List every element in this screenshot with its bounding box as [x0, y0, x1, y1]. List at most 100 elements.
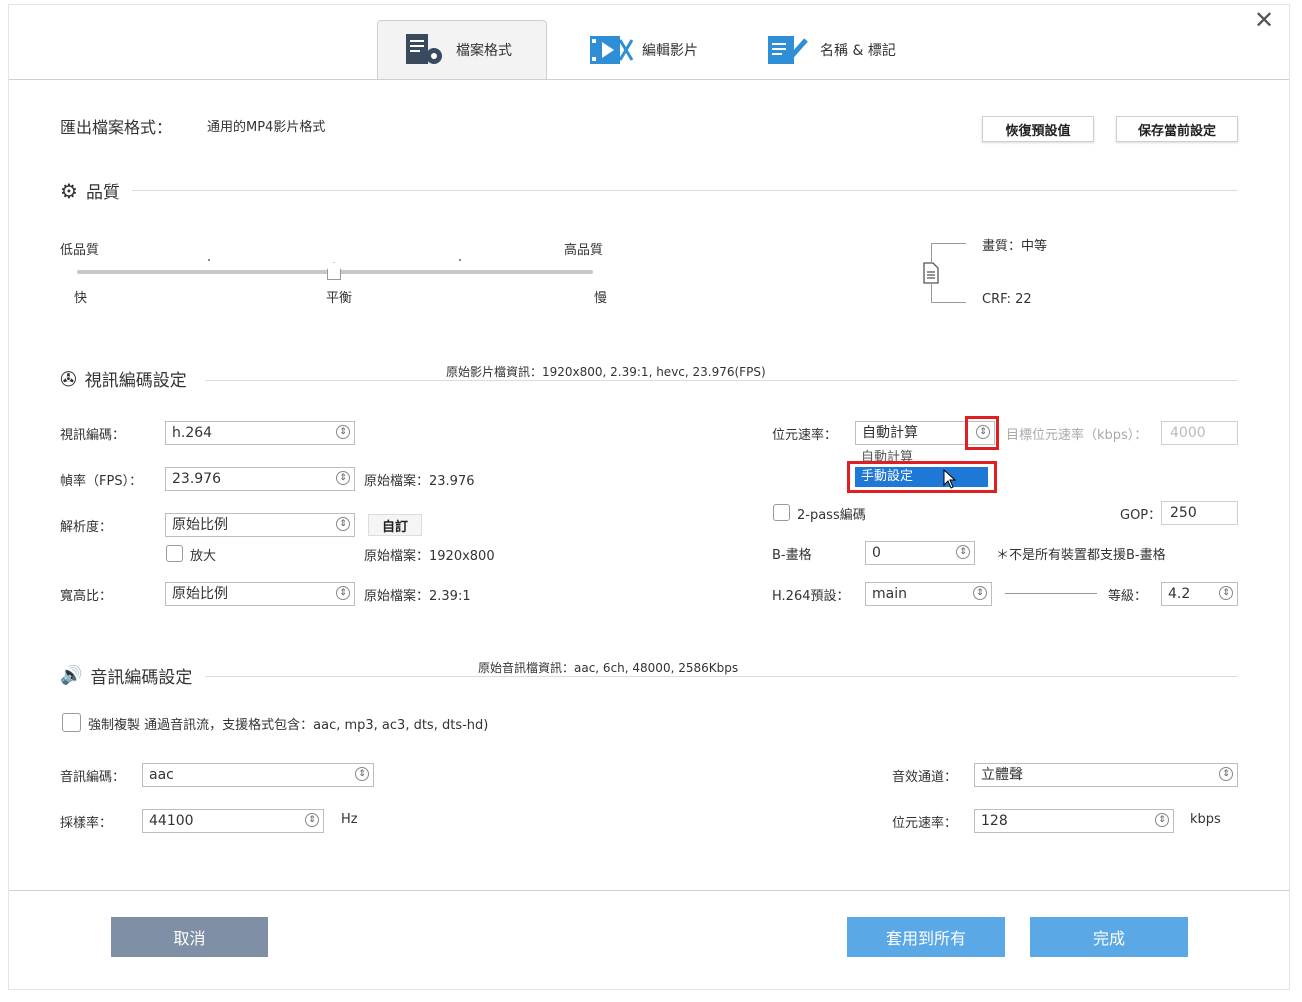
slider-tick: [459, 259, 461, 261]
audio-bitrate-value: 128: [981, 813, 1008, 829]
audio-bitrate-unit: kbps: [1190, 812, 1221, 827]
bitrate-label: 位元速率：: [772, 428, 838, 443]
apply-all-button[interactable]: 套用到所有: [847, 917, 1005, 957]
video-divider: [205, 380, 1238, 381]
tab-edit-video[interactable]: 編輯影片: [588, 20, 698, 80]
audio-codec-select[interactable]: aac ⇕: [142, 763, 374, 787]
target-bitrate-input[interactable]: 4000: [1161, 421, 1238, 445]
audio-source-info: 原始音訊檔資訊：aac, 6ch, 48000, 2586Kbps: [476, 659, 741, 676]
video-title: 視訊編碼設定: [84, 371, 187, 391]
select-arrow-icon: ⇕: [1219, 586, 1233, 600]
close-icon[interactable]: ✕: [1254, 6, 1274, 34]
select-arrow-icon: ⇕: [305, 813, 319, 827]
channel-value: 立體聲: [981, 767, 1023, 783]
preset-level-connector: [1005, 593, 1097, 594]
passthrough-checkbox[interactable]: [62, 713, 81, 732]
bitrate-option-manual-label: 手動設定: [861, 469, 914, 484]
video-source-info: 原始影片檔資訊：1920x800, 2.39:1, hevc, 23.976(F…: [444, 363, 768, 380]
twopass-checkbox[interactable]: [773, 504, 790, 521]
video-codec-value: h.264: [172, 425, 213, 441]
cancel-button[interactable]: 取消: [111, 917, 268, 957]
quality-title: 品質: [85, 183, 120, 203]
select-arrow-icon: ⇕: [973, 586, 987, 600]
audio-divider: [205, 676, 1238, 677]
fps-select[interactable]: 23.976 ⇕: [165, 467, 355, 491]
save-current-button[interactable]: 保存當前設定: [1116, 116, 1238, 142]
target-bitrate-label: 目標位元速率（kbps）：: [1006, 428, 1148, 443]
aspect-original: 原始檔案：2.39:1: [364, 589, 471, 604]
speaker-icon: 🔊: [60, 665, 83, 686]
preset-select[interactable]: main ⇕: [865, 582, 992, 606]
level-value: 4.2: [1168, 586, 1191, 602]
low-quality-label: 低品質: [60, 243, 100, 258]
audio-section-title: 🔊 音訊編碼設定: [60, 663, 192, 688]
channel-label: 音效通道：: [892, 770, 958, 785]
quality-divider: [132, 190, 1238, 191]
resolution-select[interactable]: 原始比例 ⇕: [165, 513, 355, 537]
level-select[interactable]: 4.2 ⇕: [1161, 582, 1238, 606]
export-format-value: 通用的MP4影片格式: [207, 120, 326, 135]
tab-edit-video-label: 編輯影片: [642, 43, 698, 59]
select-arrow-icon: ⇕: [355, 767, 369, 781]
aspect-label: 寬高比：: [60, 589, 113, 604]
audio-bitrate-label: 位元速率：: [892, 816, 958, 831]
resolution-value: 原始比例: [172, 517, 228, 533]
aspect-select[interactable]: 原始比例 ⇕: [165, 582, 355, 606]
level-label: 等級：: [1108, 589, 1148, 604]
file-settings-icon: [406, 34, 442, 64]
preset-value: main: [872, 586, 907, 602]
samplerate-select[interactable]: 44100 ⇕: [142, 809, 324, 833]
channel-select[interactable]: 立體聲 ⇕: [974, 763, 1238, 787]
fps-label: 幀率（FPS）：: [60, 474, 143, 489]
fps-original: 原始檔案：23.976: [364, 474, 475, 489]
restore-default-button[interactable]: 恢復預設值: [982, 116, 1094, 142]
bitrate-arrow-highlight: [965, 416, 999, 450]
tab-file-format-label: 檔案格式: [456, 43, 512, 59]
balance-label: 平衡: [326, 291, 353, 306]
select-arrow-icon: ⇕: [336, 517, 350, 531]
cursor-icon: [943, 469, 957, 489]
video-section-title: ✇ 視訊編碼設定: [60, 366, 187, 392]
film-reel-icon: ✇: [60, 366, 77, 391]
bitrate-option-manual[interactable]: 手動設定: [855, 467, 988, 489]
samplerate-label: 採樣率：: [60, 816, 113, 831]
export-format-label: 匯出檔案格式：: [60, 118, 173, 137]
bitrate-value: 自動計算: [862, 425, 918, 441]
tab-file-format[interactable]: 檔案格式: [377, 20, 547, 80]
bframes-note: ＊不是所有裝置都支援B-畫格: [996, 548, 1166, 563]
aspect-value: 原始比例: [172, 586, 228, 602]
bframes-value: 0: [872, 545, 881, 561]
audio-bitrate-select[interactable]: 128 ⇕: [974, 809, 1174, 833]
slider-tick: [208, 259, 210, 261]
upscale-checkbox[interactable]: [166, 545, 183, 562]
upscale-label: 放大: [190, 549, 217, 564]
audio-codec-label: 音訊編碼：: [60, 770, 126, 785]
done-button[interactable]: 完成: [1030, 917, 1188, 957]
select-arrow-icon: ⇕: [336, 586, 350, 600]
dialog-frame: [8, 4, 1290, 990]
footer-divider: [9, 890, 1289, 891]
tab-name-tag[interactable]: 名稱 & 標記: [766, 20, 896, 80]
video-codec-label: 視訊編碼：: [60, 428, 126, 443]
fps-value: 23.976: [172, 471, 221, 487]
samplerate-unit: Hz: [341, 812, 358, 827]
samplerate-value: 44100: [149, 813, 194, 829]
crf-text: CRF: 22: [982, 292, 1032, 307]
picture-quality-text: 畫質：中等: [982, 239, 1048, 254]
quality-section-title: ⚙ 品質: [60, 178, 120, 204]
bframes-select[interactable]: 0 ⇕: [865, 541, 975, 565]
select-arrow-icon: ⇕: [1219, 767, 1233, 781]
custom-resolution-button[interactable]: 自訂: [368, 514, 422, 536]
audio-codec-value: aac: [149, 767, 174, 783]
resolution-original: 原始檔案：1920x800: [364, 549, 495, 564]
gop-input[interactable]: 250: [1161, 501, 1238, 525]
select-arrow-icon: ⇕: [336, 425, 350, 439]
preset-label: H.264預設：: [772, 589, 850, 604]
video-codec-select[interactable]: h.264 ⇕: [165, 421, 355, 445]
name-tag-icon: [768, 36, 808, 64]
tabbar-divider: [9, 79, 1289, 80]
gop-label: GOP：: [1120, 508, 1162, 523]
select-arrow-icon: ⇕: [336, 471, 350, 485]
fast-label: 快: [74, 291, 88, 306]
bframes-label: B-畫格: [772, 548, 812, 563]
